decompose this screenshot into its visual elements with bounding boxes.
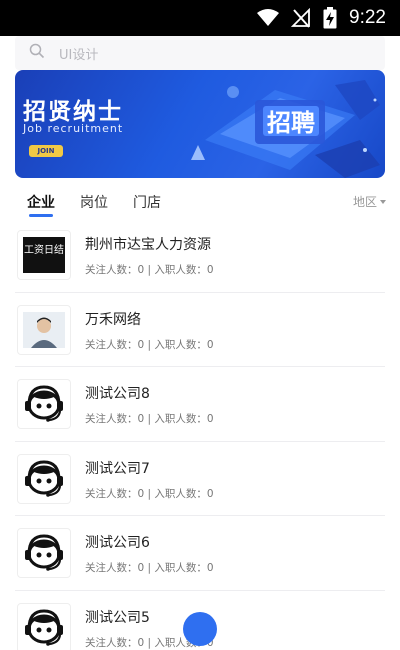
wage-daily-logo: 工资日结	[23, 237, 65, 273]
company-name: 万禾网络	[85, 311, 141, 328]
category-tabs: 企业 岗位 门店 地区	[0, 186, 400, 217]
company-item[interactable]: 万禾网络 关注人数：0 | 入职人数：0	[15, 293, 385, 367]
status-bar: 9:22	[0, 0, 400, 36]
wifi-icon	[257, 9, 280, 27]
search-input[interactable]: UI设计	[59, 44, 98, 63]
company-name: 测试公司5	[85, 609, 150, 626]
company-stats: 关注人数：0 | 入职人数：0	[85, 338, 214, 351]
tab-stores[interactable]: 门店	[133, 192, 161, 212]
svg-text:工资日结: 工资日结	[24, 243, 64, 256]
caret-down-icon	[380, 200, 386, 204]
page: UI设计 招聘 招贤纳士 Job recruitment JOIN 企业 岗位 …	[0, 36, 400, 650]
company-item[interactable]: 测试公司7 关注人数：0 | 入职人数：0	[15, 442, 385, 516]
company-stats: 关注人数：0 | 入职人数：0	[85, 264, 214, 276]
tab-positions[interactable]: 岗位	[80, 192, 108, 212]
region-label: 地区	[352, 195, 377, 209]
banner-subtitle: Job recruitment	[23, 122, 124, 135]
headset-face-icon	[25, 534, 63, 571]
active-tab-indicator	[29, 214, 53, 217]
recruitment-banner[interactable]: 招聘 招贤纳士 Job recruitment JOIN	[15, 70, 385, 178]
company-list: 工资日结 荆州市达宝人力资源 关注人数：0 | 入职人数：0 万禾网络 关注人数…	[0, 218, 400, 650]
company-name: 测试公司7	[85, 460, 150, 477]
company-logo	[17, 453, 71, 504]
headset-face-icon	[25, 608, 63, 646]
battery-charging-icon	[323, 7, 337, 29]
region-filter[interactable]: 地区	[353, 193, 386, 210]
headset-face-icon	[25, 385, 63, 422]
headset-face-icon	[25, 459, 63, 497]
company-logo	[17, 304, 71, 355]
search-icon	[29, 43, 45, 63]
avatar-photo	[23, 311, 65, 348]
company-item[interactable]: 测试公司6 关注人数：0 | 入职人数：0	[15, 516, 385, 591]
search-bar[interactable]: UI设计	[15, 36, 385, 70]
company-name: 荆州市达宝人力资源	[85, 237, 211, 253]
floating-action-button[interactable]	[183, 612, 217, 646]
company-stats: 关注人数：0 | 入职人数：0	[85, 413, 214, 425]
company-item[interactable]: 测试公司8 关注人数：0 | 入职人数：0	[15, 367, 385, 442]
company-logo: 工资日结	[17, 230, 71, 280]
join-button[interactable]: JOIN	[29, 145, 63, 157]
no-signal-icon	[291, 8, 311, 28]
company-name: 测试公司6	[85, 535, 150, 551]
company-stats: 关注人数：0 | 入职人数：0	[85, 562, 214, 574]
company-stats: 关注人数：0 | 入职人数：0	[85, 487, 214, 500]
company-item[interactable]: 工资日结 荆州市达宝人力资源 关注人数：0 | 入职人数：0	[15, 218, 385, 293]
company-name: 测试公司8	[85, 386, 150, 402]
banner-art-text: 招聘	[267, 109, 315, 137]
tab-enterprise[interactable]: 企业	[27, 192, 55, 212]
company-logo	[17, 602, 71, 650]
status-time: 9:22	[349, 7, 386, 28]
company-logo	[17, 528, 71, 578]
company-logo	[17, 379, 71, 429]
banner-title: 招贤纳士	[23, 98, 123, 125]
